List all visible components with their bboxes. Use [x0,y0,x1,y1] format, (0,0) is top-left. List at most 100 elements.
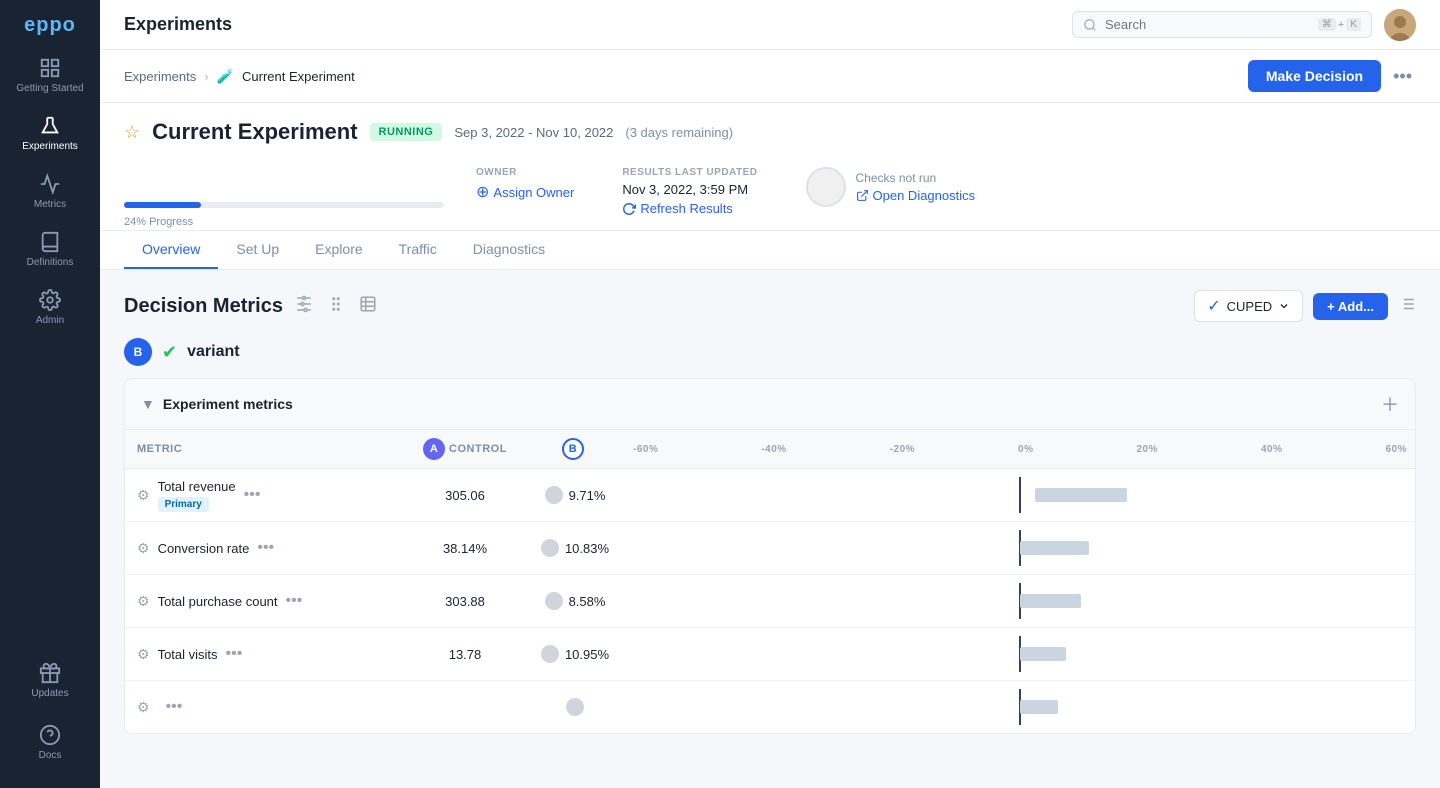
favorite-star-icon[interactable]: ☆ [124,122,140,143]
table-header-row: Metric A control B [125,430,1415,469]
search-input[interactable] [1105,17,1310,32]
metric-gear-icon[interactable]: ⚙ [137,699,150,716]
variant-dot-icon [545,592,563,610]
chart-bar [1020,594,1081,608]
metrics-filter-icon-btn[interactable] [293,293,315,320]
list-view-button[interactable] [1398,295,1416,318]
app-logo[interactable]: eppo [0,0,100,47]
status-badge: RUNNING [370,123,443,141]
metric-name-cell: ⚙ ••• [125,681,405,734]
tab-setup[interactable]: Set Up [218,231,297,269]
metric-gear-icon[interactable]: ⚙ [137,646,150,663]
section-title: Experiment metrics [163,396,293,412]
experiment-metrics-section: ▼ Experiment metrics ＋ Metric A control [124,378,1416,734]
results-date: Nov 3, 2022, 3:59 PM [622,182,757,197]
sidebar-item-metrics[interactable]: Metrics [0,163,100,221]
col-a-header: A control [405,430,525,469]
tab-overview[interactable]: Overview [124,231,218,269]
collapse-icon[interactable]: ▼ [141,396,155,412]
variant-value-cell [525,681,625,734]
variant-value-cell: 10.95% [525,628,625,681]
chart-bar [1020,700,1058,714]
user-avatar-icon [1384,9,1416,41]
variant-check-icon: ✔ [162,342,177,363]
refresh-results-button[interactable]: Refresh Results [622,201,757,216]
metric-name-cell: ⚙ Total revenue Primary ••• [125,469,405,522]
col-chart-header: -60% -40% -20% 0% 20% 40% 60% [625,430,1415,469]
search-box[interactable]: ⌘ + K [1072,11,1372,38]
experiment-title: Current Experiment [152,119,357,145]
table-row: ⚙ Total purchase count ••• 303.88 [125,575,1415,628]
variant-b-circle-header: B [562,438,584,460]
tab-explore[interactable]: Explore [297,231,380,269]
avatar[interactable] [1384,9,1416,41]
experiment-flask-icon: 🧪 [217,68,234,85]
refresh-icon [622,202,636,216]
variant-a-circle-header: A [423,438,445,460]
sidebar-item-docs[interactable]: Docs [0,714,100,772]
content-area: Decision Metrics ✓ CUPED + Add... [100,270,1440,788]
sidebar-item-experiments[interactable]: Experiments [0,105,100,163]
metrics-table-icon-btn[interactable] [357,293,379,320]
table-icon [359,295,377,313]
more-options-button[interactable]: ••• [1389,62,1416,91]
metric-name: Total purchase count [158,594,278,609]
variant-value-cell: 8.58% [525,575,625,628]
add-metric-button[interactable]: + Add... [1313,293,1388,320]
tab-traffic[interactable]: Traffic [381,231,455,269]
metric-name-cell: ⚙ Total visits ••• [125,628,405,681]
metrics-drag-icon-btn[interactable] [325,293,347,320]
main-content: Experiments ⌘ + K Experiments › 🧪 Curren… [100,0,1440,788]
table-row: ⚙ Total visits ••• 13.78 10.95% [125,628,1415,681]
sidebar-item-admin[interactable]: Admin [0,279,100,337]
gift-icon [39,662,61,684]
metric-options-icon[interactable]: ••• [166,698,183,716]
page-title: Experiments [124,14,1060,35]
search-icon [1083,18,1097,32]
variant-dot-icon [566,698,584,716]
days-remaining: (3 days remaining) [625,125,733,140]
checks-circle [806,167,846,207]
metric-options-icon[interactable]: ••• [244,486,261,504]
metric-gear-icon[interactable]: ⚙ [137,487,150,504]
cuped-check-icon: ✓ [1207,296,1220,316]
progress-label: 24% Progress [124,216,193,228]
topbar: Experiments ⌘ + K [100,0,1440,50]
checks-section: Checks not run Open Diagnostics [806,167,976,207]
list-icon [1398,295,1416,313]
meta-row: OWNER ⊕ Assign Owner RESULTS LAST UPDATE… [476,157,975,230]
assign-owner-button[interactable]: ⊕ Assign Owner [476,182,574,202]
sidebar-item-updates[interactable]: Updates [0,652,100,710]
results-last-updated-label: RESULTS LAST UPDATED [622,167,757,178]
metric-options-icon[interactable]: ••• [226,645,243,663]
metric-options-icon[interactable]: ••• [286,592,303,610]
metric-name: Total revenue [158,479,236,494]
col-b-header: B [525,430,625,469]
section-add-icon[interactable]: ＋ [1381,391,1399,417]
metric-gear-icon[interactable]: ⚙ [137,540,150,557]
chart-cell [625,681,1415,734]
metric-options-icon[interactable]: ••• [257,539,274,557]
open-diagnostics-button[interactable]: Open Diagnostics [856,188,976,203]
metrics-tbody: ⚙ Total revenue Primary ••• 305.06 [125,469,1415,734]
metric-name: Conversion rate [158,541,250,556]
variant-row: B ✔ variant [124,338,1416,366]
metric-name-cell: ⚙ Conversion rate ••• [125,522,405,575]
make-decision-button[interactable]: Make Decision [1248,60,1381,92]
filter-icon [295,295,313,313]
metric-gear-icon[interactable]: ⚙ [137,593,150,610]
table-row: ⚙ Conversion rate ••• 38.14% 10 [125,522,1415,575]
drag-icon [327,295,345,313]
cuped-button[interactable]: ✓ CUPED [1194,290,1303,322]
chart-cell [625,575,1415,628]
sidebar-item-definitions[interactable]: Definitions [0,221,100,279]
tab-diagnostics[interactable]: Diagnostics [455,231,563,269]
variant-name: variant [187,343,239,361]
sidebar: eppo Getting Started Experiments Metrics… [0,0,100,788]
metrics-section-header: ▼ Experiment metrics ＋ [125,379,1415,430]
variant-dot-icon [541,645,559,663]
sidebar-item-getting-started[interactable]: Getting Started [0,47,100,105]
metrics-toolbar: ✓ CUPED + Add... [1194,290,1416,322]
breadcrumb-experiments[interactable]: Experiments [124,69,196,84]
checks-label: Checks not run [856,171,976,185]
